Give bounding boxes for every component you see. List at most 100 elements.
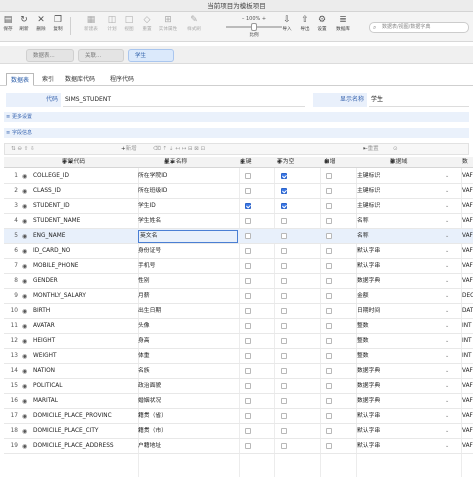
data-type-cell[interactable]: VAF (462, 394, 473, 409)
field-code-cell[interactable]: MOBILE_PHONE (33, 259, 133, 274)
data-type-cell[interactable]: VAF (462, 364, 473, 379)
table-row[interactable]: 14 ◉ NATION 名族 数据字典 ⌄ VAF (4, 364, 473, 379)
data-domain-select[interactable]: 默认字串 (357, 259, 447, 274)
auto-increment-checkbox[interactable] (326, 383, 332, 389)
eye-icon[interactable]: ◉ (22, 199, 30, 214)
chevron-down-icon[interactable]: ⌄ (445, 199, 449, 214)
primary-key-checkbox[interactable] (245, 353, 251, 359)
data-domain-select[interactable]: 金额 (357, 289, 447, 304)
auto-increment-checkbox[interactable] (326, 338, 332, 344)
field-code-cell[interactable]: GENDER (33, 274, 133, 289)
display-name-cell[interactable]: 身份证号 (138, 244, 238, 259)
field-code-cell[interactable]: POLITICAL (33, 379, 133, 394)
chevron-down-icon[interactable]: ⌄ (445, 424, 449, 439)
field-code-cell[interactable]: WEIGHT (33, 349, 133, 364)
display-name-cell[interactable]: 手机号 (138, 259, 238, 274)
eye-icon[interactable]: ◉ (22, 379, 30, 394)
table-row[interactable]: 19 ◉ DOMICILE_PLACE_ADDRESS 户籍地址 默认字串 ⌄ VAF (4, 439, 473, 454)
display-name-cell[interactable]: 学生姓名 (138, 214, 238, 229)
display-name-cell[interactable]: 英文名 (138, 230, 238, 243)
chevron-down-icon[interactable]: ⌄ (445, 184, 449, 199)
primary-key-checkbox[interactable] (245, 368, 251, 374)
col-autoinc[interactable]: 自增 ◉ (324, 157, 336, 168)
field-code-cell[interactable]: MARITAL (33, 394, 133, 409)
eye-icon[interactable]: ◉ (22, 274, 30, 289)
add-field-button[interactable]: +新增 (121, 144, 137, 155)
primary-key-checkbox[interactable] (245, 308, 251, 314)
data-domain-select[interactable]: 主键标识 (357, 184, 447, 199)
field-code-cell[interactable]: BIRTH (33, 304, 133, 319)
not-null-checkbox[interactable] (281, 398, 287, 404)
eye-icon[interactable]: ◉ (22, 349, 30, 364)
field-code-cell[interactable]: ENG_NAME (33, 229, 133, 244)
display-name-cell[interactable]: 籍贯（省） (138, 409, 238, 424)
data-domain-select[interactable]: 整数 (357, 334, 447, 349)
data-type-cell[interactable]: INT (462, 334, 473, 349)
data-domain-select[interactable]: 数据字典 (357, 274, 447, 289)
auto-increment-checkbox[interactable] (326, 293, 332, 299)
display-name-cell[interactable]: 所在学院ID (138, 169, 238, 184)
eye-icon[interactable]: ◉ (22, 259, 30, 274)
zoom-slider[interactable] (226, 23, 282, 31)
display-name-cell[interactable]: 头像 (138, 319, 238, 334)
auto-increment-checkbox[interactable] (326, 248, 332, 254)
chevron-down-icon[interactable]: ⌄ (445, 244, 449, 259)
field-code-cell[interactable]: DOMICILE_PLACE_CITY (33, 424, 133, 439)
data-type-cell[interactable]: VAF (462, 244, 473, 259)
auto-increment-checkbox[interactable] (326, 443, 332, 449)
data-domain-select[interactable]: 默认字串 (357, 439, 447, 454)
field-code-cell[interactable]: HEIGHT (33, 334, 133, 349)
data-domain-select[interactable]: 日期时间 (357, 304, 447, 319)
eye-icon[interactable]: ◉ (22, 214, 30, 229)
not-null-checkbox[interactable] (281, 443, 287, 449)
chevron-down-icon[interactable]: ⌄ (445, 169, 449, 184)
field-code-cell[interactable]: MONTHLY_SALARY (33, 289, 133, 304)
data-domain-select[interactable]: 默认字串 (357, 424, 447, 439)
table-row[interactable]: 12 ◉ HEIGHT 身高 整数 ⌄ INT (4, 334, 473, 349)
data-domain-select[interactable]: 整数 (357, 349, 447, 364)
table-row[interactable]: 8 ◉ GENDER 性别 数据字典 ⌄ VAF (4, 274, 473, 289)
display-name-cell[interactable]: 婚姻状况 (138, 394, 238, 409)
table-row[interactable]: 7 ◉ MOBILE_PHONE 手机号 默认字串 ⌄ VAF (4, 259, 473, 274)
data-type-cell[interactable]: VAF (462, 199, 473, 214)
not-null-checkbox[interactable] (281, 218, 287, 224)
data-type-cell[interactable]: VAF (462, 229, 473, 244)
field-code-cell[interactable]: AVATAR (33, 319, 133, 334)
col-domain[interactable]: 数据域 ◉ (390, 157, 407, 168)
primary-key-checkbox[interactable] (245, 383, 251, 389)
table-row[interactable]: 1 ◉ COLLEGE_ID 所在学院ID 主键标识 ⌄ VAF (4, 169, 473, 184)
reset-fields-button[interactable]: ⇤重置 (363, 144, 379, 155)
chevron-down-icon[interactable]: ⌄ (445, 364, 449, 379)
primary-key-checkbox[interactable] (245, 263, 251, 269)
chevron-down-icon[interactable]: ⌄ (445, 274, 449, 289)
subtab-db-code[interactable]: 数据库代码 (61, 73, 99, 86)
display-name-cell[interactable]: 名族 (138, 364, 238, 379)
auto-increment-checkbox[interactable] (326, 188, 332, 194)
auto-increment-checkbox[interactable] (326, 413, 332, 419)
not-null-checkbox[interactable] (281, 413, 287, 419)
not-null-checkbox[interactable] (281, 248, 287, 254)
table-row[interactable]: 10 ◉ BIRTH 出生日期 日期时间 ⌄ DAT (4, 304, 473, 319)
table-row[interactable]: 9 ◉ MONTHLY_SALARY 月薪 金额 ⌄ DEC (4, 289, 473, 304)
subtab-table[interactable]: 数据表 (6, 73, 35, 86)
field-code-cell[interactable]: STUDENT_NAME (33, 214, 133, 229)
primary-key-checkbox[interactable] (245, 248, 251, 254)
display-name-cell[interactable]: 籍贯（市） (138, 424, 238, 439)
eye-icon[interactable]: ◉ (22, 334, 30, 349)
data-type-cell[interactable]: VAF (462, 409, 473, 424)
display-name-cell[interactable]: 性别 (138, 274, 238, 289)
not-null-checkbox[interactable] (281, 173, 287, 179)
not-null-checkbox[interactable] (281, 308, 287, 314)
not-null-checkbox[interactable] (281, 203, 287, 209)
table-row[interactable]: 16 ◉ MARITAL 婚姻状况 数据字典 ⌄ VAF (4, 394, 473, 409)
tab-tables[interactable]: 数据表... (26, 49, 74, 62)
table-row[interactable]: 17 ◉ DOMICILE_PLACE_PROVINC 籍贯（省） 默认字串 ⌄ VAF (4, 409, 473, 424)
chevron-down-icon[interactable]: ⌄ (445, 259, 449, 274)
not-null-checkbox[interactable] (281, 278, 287, 284)
primary-key-checkbox[interactable] (245, 398, 251, 404)
auto-increment-checkbox[interactable] (326, 173, 332, 179)
data-type-cell[interactable]: VAF (462, 169, 473, 184)
col-notnull[interactable]: 不为空 ◉ (277, 157, 294, 168)
data-domain-select[interactable]: 主键标识 (357, 169, 447, 184)
zoom-control[interactable]: – 100% + 比例 (226, 16, 282, 38)
